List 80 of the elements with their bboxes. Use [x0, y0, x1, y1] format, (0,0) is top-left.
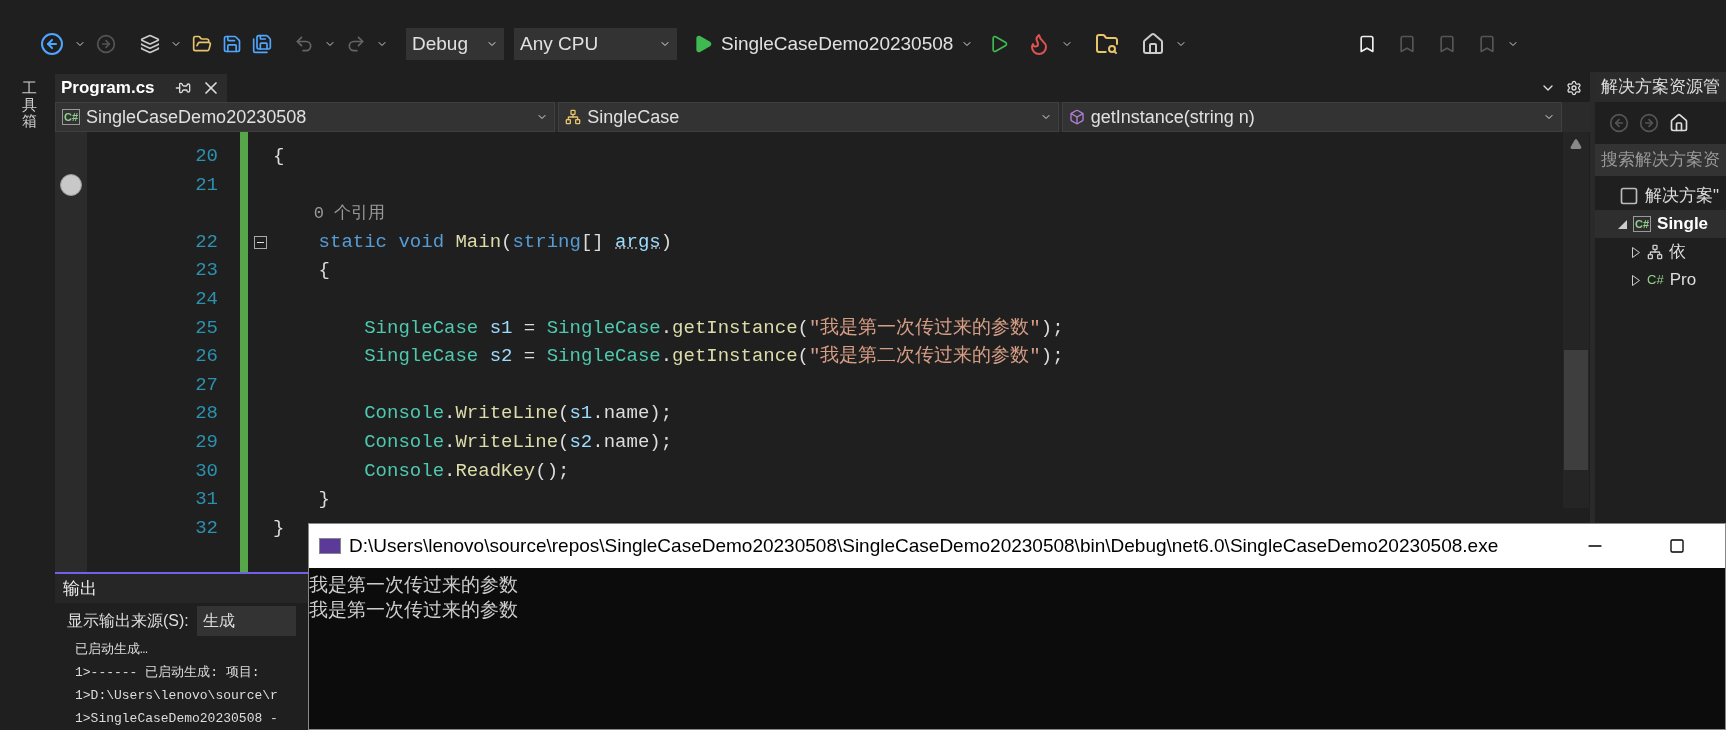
collapsed-icon[interactable] [1632, 246, 1640, 258]
expanded-icon[interactable] [1617, 219, 1627, 229]
method-icon [1068, 109, 1085, 125]
play-icon[interactable] [989, 34, 1010, 54]
line-number: 23 [195, 258, 218, 284]
scroll-up-icon[interactable] [1570, 138, 1582, 150]
tree-item[interactable]: C# Single [1595, 210, 1726, 238]
line-number: 26 [195, 344, 218, 370]
maximize-icon[interactable] [1669, 538, 1685, 554]
scrollbar-track[interactable] [1563, 132, 1589, 508]
play-icon [693, 34, 713, 54]
line-number: 21 [195, 172, 218, 198]
code-line: Console.ReadKey(); [363, 458, 570, 484]
console-line: 我是第一次传过来的参数 [309, 572, 519, 597]
reference-count[interactable]: 0 个引用 [273, 200, 386, 227]
folder-search-icon[interactable] [1095, 32, 1120, 56]
code-line: { [317, 258, 330, 284]
save-icon[interactable] [222, 34, 242, 54]
output-line: 已启动生成… [75, 641, 149, 659]
new-item-icon[interactable] [140, 34, 160, 54]
tree-item[interactable]: 解决方案" [1595, 182, 1726, 210]
csharp-icon: C# [1633, 216, 1652, 232]
navigation-dropdown[interactable]: SingleCase [558, 102, 1059, 132]
navigation-dropdown[interactable]: C# SingleCaseDemo20230508 [55, 102, 556, 132]
class-icon [565, 109, 582, 125]
navigation-dropdown[interactable]: getInstance(string n) [1061, 102, 1562, 132]
code-line: Console.WriteLine(s2.name); [363, 430, 673, 455]
line-number: 25 [195, 315, 218, 341]
home-window-icon[interactable] [1141, 32, 1166, 56]
save-all-icon[interactable] [252, 34, 272, 54]
code-line: SingleCase s2 = SingleCase.getInstance("我是第二次传过来的参数"); [363, 344, 1064, 370]
collapsed-icon[interactable] [1632, 274, 1640, 286]
window-title: D:\Users\lenovo\source\repos\SingleCaseDemo20230508\SingleCaseDemo20230508\bin\Debug\net6.0\SingleCaseDemo20230508.exe [349, 533, 1499, 558]
line-number: 24 [195, 287, 218, 312]
collapse-icon[interactable] [254, 235, 267, 249]
output-line: 1>SingleCaseDemo20230508 - [75, 710, 279, 728]
code-line: } [317, 487, 330, 513]
source-label: 显示输出来源(S): [67, 610, 189, 631]
undo-icon[interactable] [294, 34, 314, 54]
redo-icon[interactable] [346, 34, 366, 54]
panel-title: 解决方案资源管 [1601, 76, 1720, 99]
line-number: 28 [195, 401, 218, 427]
line-number: 30 [195, 458, 218, 484]
line-number: 29 [195, 430, 218, 455]
breakpoint-icon[interactable] [60, 173, 82, 196]
line-number: 32 [195, 515, 218, 541]
dependencies-icon [1647, 244, 1663, 260]
tree-item[interactable]: C# Pro [1595, 266, 1726, 294]
line-number: 22 [195, 229, 218, 255]
panel-title: 输出 [63, 577, 97, 600]
tree-item[interactable]: 依 [1595, 238, 1726, 266]
pin-icon[interactable] [175, 80, 191, 96]
output-line: 1>------ 已启动生成: 项目: [75, 664, 261, 682]
home-icon[interactable] [1669, 113, 1689, 133]
output-line: 1>D:\Users\lenovo\source\r [75, 687, 279, 705]
console-line: 我是第一次传过来的参数 [309, 597, 519, 622]
toolbox-tab[interactable]: 工具箱 [22, 80, 37, 130]
solution-icon [1619, 186, 1639, 206]
code-line: { [273, 144, 285, 170]
line-number: 20 [195, 144, 218, 170]
glyph-margin[interactable] [55, 132, 87, 572]
line-number: 31 [195, 487, 218, 513]
start-button[interactable]: SingleCaseDemo20230508 [687, 28, 980, 60]
terminal-icon [319, 538, 341, 554]
code-line: SingleCase s1 = SingleCase.getInstance("我是第一次传过来的参数"); [363, 315, 1064, 341]
back-icon[interactable] [40, 32, 64, 56]
code-line: static void Main(string[] args) [317, 229, 673, 255]
csharp-icon: C# [62, 109, 81, 125]
code-line: Console.WriteLine(s1.name); [363, 401, 673, 427]
line-number: 27 [195, 372, 218, 398]
platform-dropdown[interactable]: Any CPU [514, 28, 677, 60]
source-dropdown[interactable]: 生成 [196, 605, 296, 636]
scrollbar-thumb[interactable] [1564, 350, 1588, 470]
configuration-dropdown[interactable]: Debug [406, 28, 504, 60]
open-folder-icon[interactable] [192, 34, 212, 54]
csharp-icon: C# [1647, 270, 1664, 290]
code-line: } [273, 515, 285, 541]
settings-icon[interactable] [1566, 80, 1582, 96]
search-field[interactable]: 搜索解决方案资 [1595, 144, 1726, 176]
editor-tab[interactable]: Program.cs [55, 74, 227, 102]
